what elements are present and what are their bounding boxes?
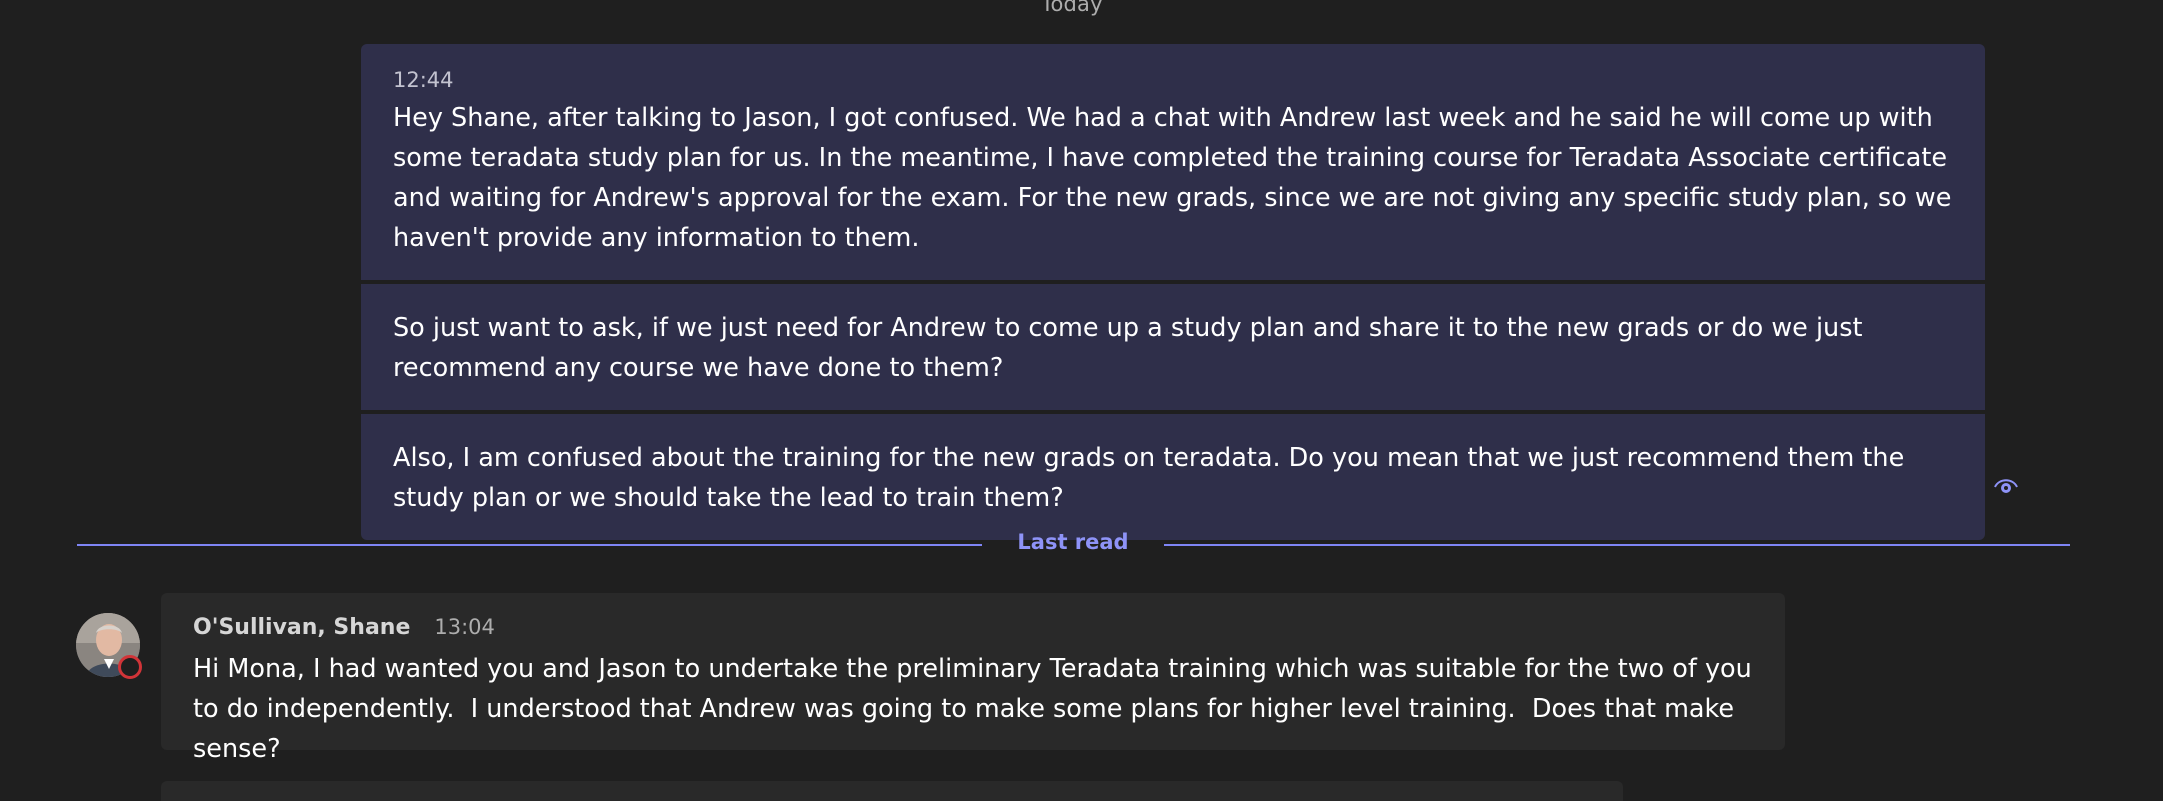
message-timestamp: 13:04 [434,615,495,639]
sender-name[interactable]: O'Sullivan, Shane [193,615,410,640]
last-read-label: Last read [1017,530,1129,554]
divider-line [77,544,982,546]
message-text: Hey Shane, after talking to Jason, I got… [393,103,1960,253]
sent-message-group: 12:44 Hey Shane, after talking to Jason,… [361,44,1985,544]
received-message[interactable]: O'Sullivan, Shane 13:04 Hi Mona, I had w… [161,593,1785,764]
last-read-divider: Last read [77,524,2070,568]
divider-line [1164,544,2070,546]
sent-message[interactable]: So just want to ask, if we just need for… [361,284,1985,410]
message-header: O'Sullivan, Shane 13:04 [193,615,1761,645]
sent-message[interactable]: Also, I am confused about the training f… [361,414,1985,540]
message-text: Hi Mona, I had wanted you and Jason to u… [193,654,1760,764]
message-timestamp: 12:44 [393,68,454,92]
date-divider-label: Today [1041,0,1103,16]
message-text: Also, I am confused about the training f… [393,443,1913,513]
next-message-partial[interactable] [161,781,1623,801]
message-text: So just want to ask, if we just need for… [393,313,1871,383]
presence-status-icon [118,655,142,679]
sent-message[interactable]: 12:44 Hey Shane, after talking to Jason,… [361,44,1985,280]
eye-icon[interactable] [1994,475,2018,495]
